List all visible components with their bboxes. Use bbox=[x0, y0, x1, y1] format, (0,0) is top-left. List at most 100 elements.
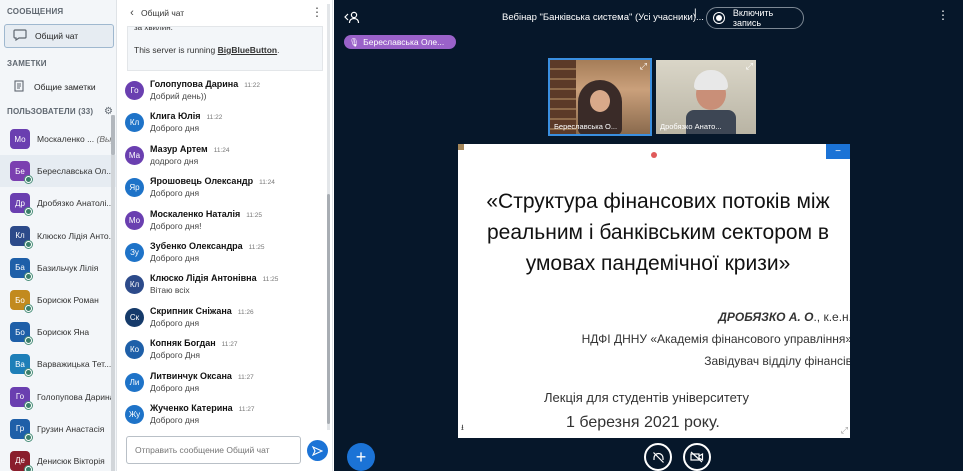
expand-icon[interactable]: ⤢ bbox=[640, 61, 647, 72]
avatar: Мо bbox=[125, 210, 144, 230]
user-list-item[interactable]: Го Голопупова Дарина bbox=[0, 381, 116, 413]
avatar: Го bbox=[125, 81, 144, 100]
message-body: Литвинчук Оксана 11:27 Доброго дня bbox=[150, 370, 254, 402]
chat-bubble-icon bbox=[5, 28, 35, 44]
slide-author: ДРОБЯЗКО А. О., к.е.н. bbox=[718, 310, 850, 324]
slide-author-degree: ., к.е.н. bbox=[813, 310, 850, 324]
user-list-item[interactable]: Бе Береславська Ол... bbox=[0, 155, 116, 188]
slide-title-line: реальним і банківським сектором в bbox=[486, 221, 829, 244]
user-list-item[interactable]: Мо Москаленко ... (Вы) bbox=[0, 123, 116, 155]
message-sender: Мазур Артем bbox=[150, 143, 208, 154]
message-body: Мазур Артем 11:24 додрого дня bbox=[150, 143, 229, 175]
user-list-item[interactable]: Ба Базильчук Лілія bbox=[0, 252, 116, 284]
avatar: Ко bbox=[125, 340, 144, 360]
minimize-presentation-button[interactable]: − bbox=[826, 144, 850, 159]
actions-button[interactable]: + bbox=[347, 443, 375, 471]
message-time: 11:25 bbox=[262, 276, 279, 284]
chat-message: Го Голопупова Дарина 11:22 Добрий день)) bbox=[125, 78, 321, 110]
user-name: Базильчук Лілія bbox=[37, 263, 98, 273]
avatar-initials: Де bbox=[15, 456, 25, 466]
message-time: 11:22 bbox=[206, 114, 223, 122]
slide-title-line: умовах пандемічної кризи» bbox=[525, 252, 791, 275]
avatar: Яр bbox=[125, 178, 144, 198]
chat-header: ‹ Общий чат ⋮ bbox=[117, 0, 333, 26]
chat-message: Мо Москаленко Наталія 11:25 Доброго дня! bbox=[125, 208, 321, 240]
server-name-link[interactable]: BigBlueButton bbox=[218, 45, 278, 55]
microphone-status-icon bbox=[24, 336, 33, 346]
slide-author-name: ДРОБЯЗКО А. О bbox=[718, 310, 814, 324]
pointer-dot bbox=[651, 152, 657, 158]
avatar: Мо bbox=[10, 129, 30, 150]
user-list-item[interactable]: Гр Грузин Анастасія bbox=[0, 413, 116, 445]
mute-button[interactable] bbox=[644, 443, 672, 471]
avatar: Ва bbox=[10, 354, 33, 378]
webcam-button[interactable] bbox=[683, 443, 711, 471]
talker-name: Береславська Оле... bbox=[363, 37, 445, 47]
chat-scrollbar[interactable] bbox=[327, 4, 330, 430]
user-list-scrollbar[interactable] bbox=[111, 115, 115, 471]
avatar-initials: Бо bbox=[15, 295, 25, 305]
users-toggle-icon[interactable] bbox=[344, 10, 360, 26]
message-time: 11:22 bbox=[244, 82, 261, 89]
user-list-item[interactable]: Кл Клюско Лідія Анто... bbox=[0, 220, 116, 252]
user-list-item[interactable]: Др Дробязко Анатолі... bbox=[0, 187, 116, 219]
shared-notes-link[interactable]: Общие заметки bbox=[4, 76, 114, 98]
avatar-initials: Гр bbox=[15, 424, 25, 434]
avatar: Гр bbox=[10, 418, 33, 442]
message-text: Добрий день)) bbox=[150, 91, 207, 101]
webcam-tile[interactable]: ⤢ Дробязко Анато... bbox=[654, 58, 758, 136]
user-list-item[interactable]: Бо Борисюк Роман bbox=[0, 284, 116, 316]
message-body: Клига Юлія 11:22 Доброго дня bbox=[150, 110, 222, 142]
webcam-tile[interactable]: ⤢ Береславська О... bbox=[548, 58, 652, 136]
message-time: 11:26 bbox=[237, 308, 254, 316]
message-sender: Зубенко Олександра bbox=[150, 240, 243, 251]
chat-message: Ли Литвинчук Оксана 11:27 Доброго дня bbox=[125, 370, 321, 402]
chat-message: Жу Жученко Катерина 11:27 Доброго дня bbox=[125, 402, 321, 434]
user-list-item[interactable]: Де Денисюк Вікторія bbox=[0, 445, 116, 471]
user-list-item[interactable]: Бо Борисюк Яна bbox=[0, 316, 116, 348]
user-list-item[interactable]: Ва Варважицька Тет... bbox=[0, 348, 116, 380]
avatar: Де bbox=[10, 450, 33, 471]
chevron-left-icon[interactable]: ‹ bbox=[123, 7, 141, 19]
user-name: Дробязко Анатолі... bbox=[37, 198, 113, 208]
avatar: Жу bbox=[125, 404, 144, 424]
user-name-text: Клюско Лідія Анто... bbox=[37, 230, 116, 241]
message-text: Доброго дня bbox=[150, 123, 200, 134]
microphone-status-icon bbox=[24, 400, 33, 410]
user-name: Борисюк Яна bbox=[37, 327, 89, 337]
chat-message: Яр Ярошовець Олександр 11:24 Доброго дня bbox=[125, 175, 321, 207]
notes-icon bbox=[4, 79, 34, 95]
meeting-title-divider: | bbox=[694, 8, 697, 19]
slide-position: Завідувач відділу фінансів bbox=[704, 354, 850, 368]
message-text: Доброго дня! bbox=[150, 220, 202, 231]
microphone-status-icon bbox=[24, 304, 33, 314]
send-button[interactable] bbox=[307, 440, 328, 461]
chat-message-input[interactable] bbox=[126, 436, 301, 464]
download-icon[interactable]: ⭳ bbox=[461, 422, 464, 436]
record-button[interactable]: Включить запись bbox=[706, 7, 804, 29]
user-name: Голопупова Дарина bbox=[37, 392, 114, 402]
message-time: 11:24 bbox=[259, 179, 275, 187]
avatar-initials: Го bbox=[15, 392, 25, 402]
options-menu-icon[interactable]: ⋮ bbox=[937, 8, 949, 22]
expand-icon[interactable]: ⤢ bbox=[746, 61, 753, 72]
microphone-status-icon bbox=[24, 239, 33, 249]
message-body: Клюско Лідія Антонівна 11:25 Вітаю всіх bbox=[150, 272, 278, 304]
slide-title: «Структура фінансових потоків між реальн… bbox=[462, 186, 850, 279]
message-time: 11:27 bbox=[238, 405, 255, 413]
fullscreen-icon[interactable]: ⤢ bbox=[841, 425, 848, 436]
public-chat-label: Общий чат bbox=[35, 31, 79, 41]
message-text: Доброго дня bbox=[150, 382, 200, 393]
message-time: 11:27 bbox=[221, 341, 238, 349]
chat-options-icon[interactable]: ⋮ bbox=[311, 5, 323, 19]
message-body: Жученко Катерина 11:27 Доброго дня bbox=[150, 402, 254, 434]
server-suffix: . bbox=[277, 45, 280, 55]
user-name: Варважицька Тет... bbox=[37, 359, 111, 369]
slide-corner bbox=[458, 144, 464, 150]
public-chat-link[interactable]: Общий чат bbox=[4, 24, 114, 48]
avatar-initials: Мо bbox=[14, 134, 26, 144]
message-text: Доброго дня bbox=[150, 317, 200, 328]
user-name-text: Борисюк Яна bbox=[37, 327, 90, 338]
chat-message: Кл Клюско Лідія Антонівна 11:25 Вітаю всіх bbox=[125, 272, 321, 304]
user-name-text: Дробязко Анатолі... bbox=[37, 198, 114, 209]
